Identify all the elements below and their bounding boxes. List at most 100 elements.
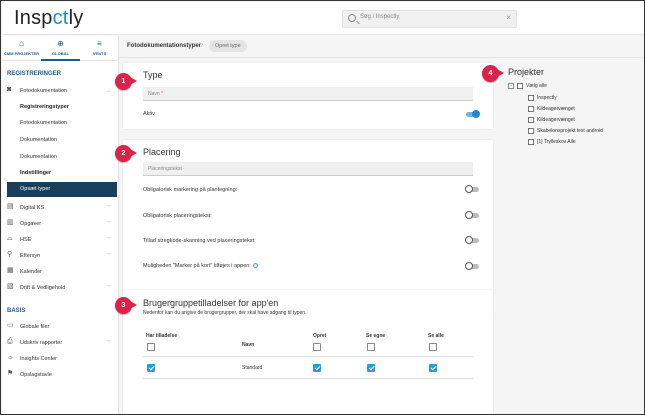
sidebar: ⌂ CMM PROJEKTER ⊕ GLOBAL ≡ VENTS REGISTRERI… bbox=[2, 36, 119, 414]
sidebar-item-digital-ks[interactable]: ▤ Digital KS ﹀ bbox=[2, 201, 119, 215]
toggle-knob bbox=[465, 236, 473, 244]
active-label: Aktiv bbox=[143, 111, 155, 117]
project-checkbox[interactable] bbox=[528, 128, 534, 134]
row-checkbox-see-own[interactable] bbox=[367, 364, 375, 372]
callout-3: 3 bbox=[115, 297, 137, 314]
toggle-knob bbox=[465, 185, 473, 193]
user-group-card: Brugergruppetilladelser for app'en Neden… bbox=[123, 290, 493, 414]
name-field[interactable]: Navn * bbox=[143, 87, 473, 101]
toggle-knob bbox=[472, 110, 480, 118]
collapse-icon[interactable]: − bbox=[508, 83, 514, 89]
user-group-card-title: Brugergruppetilladelser for app'en bbox=[143, 298, 279, 308]
sidebar-item-kalender[interactable]: ▦ Kalender bbox=[2, 265, 119, 279]
sidebar-item-hse[interactable]: ⌓ HSE ﹀ bbox=[2, 233, 119, 247]
option-map-marker-label: Muligheden "Marker på kort" tilføjes i a… bbox=[143, 263, 251, 269]
type-card-title: Type bbox=[143, 70, 163, 80]
project-label: Kildeagervænget bbox=[537, 106, 575, 112]
tab-vents[interactable]: ≡ VENTS bbox=[80, 36, 119, 61]
globe-icon: ⊕ bbox=[57, 39, 64, 48]
search-placeholder: Søg i Inspectly bbox=[360, 14, 400, 20]
sidebar-sub-label: Indstillinger bbox=[20, 170, 52, 176]
sidebar-item-opslagstavle[interactable]: ⚑ Opslagstavle bbox=[2, 368, 119, 382]
sidebar-item-label: Opslagstavle bbox=[20, 372, 52, 378]
tab-global[interactable]: ⊕ GLOBAL bbox=[41, 36, 80, 61]
sidebar-item-udskriv-rapporter[interactable]: ⎙ Udskriv rapporter ﹀ bbox=[2, 336, 119, 350]
project-label: [1] Trylleskov Alle bbox=[537, 139, 576, 145]
header-checkbox-create[interactable] bbox=[313, 343, 321, 351]
table-divider bbox=[143, 378, 473, 379]
row-checkbox-see-all[interactable] bbox=[429, 364, 437, 372]
breadcrumb-fotodokumentationstyper[interactable]: Fotodokumentationstyper bbox=[127, 43, 201, 49]
sidebar-item-insights-center[interactable]: ☼ Insights Center bbox=[2, 352, 119, 366]
sidebar-sub-label: Fotodokumentation bbox=[20, 120, 68, 126]
sidebar-item-eftersyn[interactable]: ⚲ Eftersyn ﹀ bbox=[2, 249, 119, 263]
section-basis: BASIS bbox=[7, 308, 26, 314]
sidebar-item-globale-filer[interactable]: ▭ Globale filer bbox=[2, 320, 119, 334]
project-label: Inspectly bbox=[537, 95, 557, 101]
breadcrumb-opret-type: Opret type bbox=[209, 40, 247, 52]
tab-cmm-projekter[interactable]: ⌂ CMM PROJEKTER bbox=[2, 36, 41, 61]
option-barcode-label: Tillad stregkode-skanning ved placerings… bbox=[143, 238, 256, 244]
sidebar-item-label: Opgaver bbox=[20, 221, 42, 227]
calendar-icon: ▦ bbox=[7, 267, 14, 274]
tab-label: VENTS bbox=[92, 51, 107, 56]
camera-icon: ◙ bbox=[7, 86, 12, 93]
select-all-label: Vælg alle bbox=[526, 83, 547, 89]
name-field-label: Navn * bbox=[148, 91, 163, 97]
mandatory-marking-toggle[interactable] bbox=[465, 185, 479, 193]
row-checkbox-create[interactable] bbox=[313, 364, 321, 372]
printer-icon: ⎙ bbox=[7, 338, 13, 345]
search-input[interactable]: Søg i Inspectly × bbox=[342, 10, 517, 28]
option-mandatory-text-label: Obligatorisk placeringstekst: bbox=[143, 213, 212, 219]
project-checkbox[interactable] bbox=[528, 106, 534, 112]
project-checkbox[interactable] bbox=[528, 139, 534, 145]
sidebar-item-fotodokumentation[interactable]: ◙ Fotodokumentation ︿ bbox=[2, 84, 119, 98]
col-header-create: Opret bbox=[313, 333, 327, 339]
sidebar-sub-registreringstyper[interactable]: Registreringstyper bbox=[2, 100, 119, 114]
mandatory-text-toggle[interactable] bbox=[465, 211, 479, 219]
toggle-knob bbox=[465, 211, 473, 219]
barcode-scan-toggle[interactable] bbox=[465, 236, 479, 244]
tab-label: GLOBAL bbox=[52, 51, 69, 56]
sidebar-item-label: Digital KS bbox=[20, 205, 45, 211]
sidebar-sub-indstillinger[interactable]: Indstillinger bbox=[2, 166, 119, 180]
placement-text-field[interactable]: Placeringstekst bbox=[143, 162, 473, 176]
chevron-down-icon: ﹀ bbox=[105, 285, 111, 291]
clear-search-icon[interactable]: × bbox=[506, 13, 511, 22]
pin-icon: ⚑ bbox=[7, 370, 14, 377]
clipboard-icon: ▥ bbox=[7, 219, 14, 226]
map-marker-toggle[interactable] bbox=[465, 262, 479, 270]
inspectly-logo[interactable]: Inspctly bbox=[14, 7, 83, 30]
sidebar-sub-label: Registreringstyper bbox=[20, 104, 69, 110]
header-checkbox-permission[interactable] bbox=[147, 343, 155, 351]
sidebar-sub-fotodokumentation[interactable]: Fotodokumentation bbox=[2, 116, 119, 130]
chevron-up-icon: ︿ bbox=[105, 88, 111, 94]
select-all-checkbox[interactable] bbox=[517, 83, 523, 89]
info-icon[interactable]: ? bbox=[252, 263, 258, 268]
sidebar-item-opgaver[interactable]: ▥ Opgaver ﹀ bbox=[2, 217, 119, 231]
chevron-down-icon: ﹀ bbox=[105, 237, 111, 243]
sidebar-sub-dokumentation[interactable]: Dokumentation bbox=[2, 133, 119, 147]
option-mandatory-marking-label: Obligatorisk markering på plantegning: bbox=[143, 187, 238, 193]
col-header-see-all: Se alle bbox=[428, 333, 444, 339]
files-icon: ▭ bbox=[7, 322, 14, 329]
sidebar-item-label: Eftersyn bbox=[20, 253, 41, 259]
sidebar-item-drift[interactable]: ▧ Drift & Vedligehold ﹀ bbox=[2, 281, 119, 295]
wrench-icon: ⚲ bbox=[7, 251, 13, 258]
sidebar-item-label: Insights Center bbox=[20, 356, 57, 362]
header-checkbox-see-own[interactable] bbox=[367, 343, 375, 351]
user-group-description: Nedenfor kan du angive de brugergrupper,… bbox=[143, 310, 307, 316]
sidebar-sub-dokumentation-2[interactable]: Dokumentation bbox=[2, 150, 119, 164]
house-icon: ⌂ bbox=[19, 39, 24, 48]
projects-title: Projekter bbox=[508, 67, 545, 77]
sidebar-sub-label: Opsæt typer bbox=[20, 186, 51, 192]
lightbulb-icon: ☼ bbox=[7, 354, 14, 361]
project-checkbox[interactable] bbox=[528, 95, 534, 101]
header-checkbox-see-all[interactable] bbox=[429, 343, 437, 351]
sidebar-item-label: HSE bbox=[20, 237, 32, 243]
row-checkbox-permission[interactable] bbox=[147, 364, 155, 372]
project-checkbox[interactable] bbox=[528, 117, 534, 123]
active-toggle[interactable] bbox=[466, 110, 480, 118]
sidebar-sub-opsaet-typer[interactable]: Opsæt typer bbox=[7, 182, 117, 197]
chevron-down-icon: ﹀ bbox=[105, 221, 111, 227]
